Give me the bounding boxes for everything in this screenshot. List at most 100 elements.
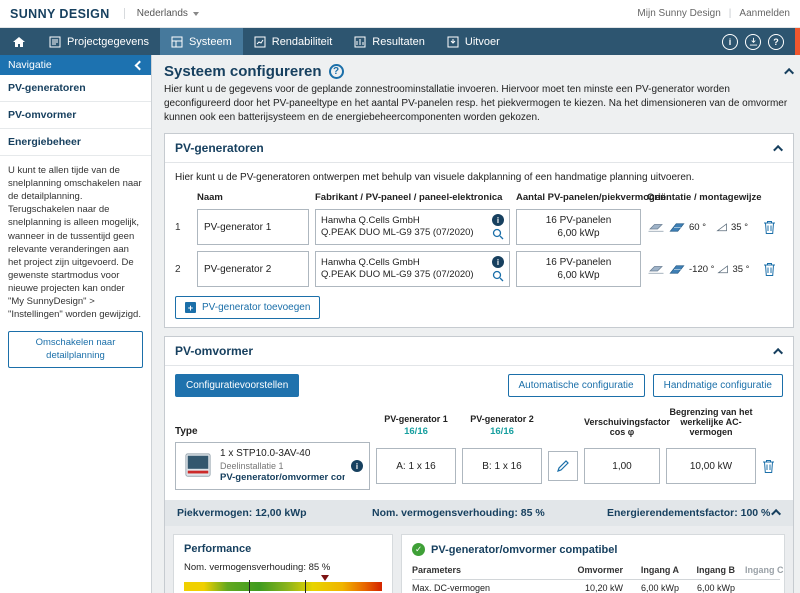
sidebar-item-pv-omvormer[interactable]: PV-omvormer	[0, 102, 151, 129]
header-aantal: Aantal PV-panelen/piekvermogen	[516, 192, 641, 203]
tilt-mount-icon[interactable]	[668, 262, 686, 277]
generator-name-input[interactable]	[197, 209, 309, 245]
plus-icon: +	[185, 302, 196, 313]
panel-power: 6,00 kWp	[557, 269, 599, 282]
tab-label: Resultaten	[372, 36, 425, 48]
azimuth-value[interactable]: -120 °	[689, 264, 714, 275]
compatibility-table: Parameters Omvormer Ingang A Ingang B In…	[412, 563, 780, 593]
pv-generators-body: Hier kunt u de PV-generatoren ontwerpen …	[165, 163, 793, 327]
app-window: SUNNY DESIGN Nederlands Mijn Sunny Desig…	[0, 0, 800, 593]
header-cos-phi: Verschuivingsfactor cos φ	[584, 417, 660, 437]
add-generator-button[interactable]: + PV-generator toevoegen	[175, 296, 320, 319]
azimuth-value[interactable]: 60 °	[689, 222, 713, 233]
tab-projectgegevens[interactable]: Projectgegevens	[38, 28, 160, 55]
login-link[interactable]: Aanmelden	[739, 8, 790, 19]
navigation-sidebar: Navigatie PV-generatoren PV-omvormer Ene…	[0, 55, 152, 593]
panel-info-icon[interactable]: i	[492, 214, 504, 226]
tab-rendabiliteit[interactable]: Rendabiliteit	[243, 28, 344, 55]
main-panel: Systeem configureren ? Hier kunt u de ge…	[152, 55, 800, 593]
pv-generators-title: PV-generatoren	[175, 141, 264, 155]
home-button[interactable]	[0, 28, 38, 55]
inverter-model: 1 x STP10.0-3AV-40	[220, 448, 345, 461]
generator-name-input[interactable]	[197, 251, 309, 287]
tab-systeem[interactable]: Systeem	[160, 28, 243, 55]
main-navbar: Projectgegevens Systeem Rendabiliteit Re…	[0, 28, 800, 55]
page-help-icon[interactable]: ?	[329, 64, 344, 79]
feedback-tab[interactable]	[795, 28, 800, 55]
page-intro: Hier kunt u de gegevens voor de geplande…	[164, 83, 794, 125]
delete-generator-icon[interactable]	[763, 220, 783, 235]
collapse-page-icon[interactable]	[784, 68, 794, 78]
panel-info-icon[interactable]: i	[492, 256, 504, 268]
tilt-angle-icon	[717, 263, 729, 275]
gen2-config-count[interactable]: 16/16	[462, 426, 542, 437]
tilt-value[interactable]: 35 °	[731, 222, 755, 233]
input-a-value: 6,00 kWp	[623, 580, 679, 593]
language-selector[interactable]: Nederlands	[124, 8, 199, 19]
header-naam: Naam	[197, 192, 309, 203]
edit-config-button[interactable]	[548, 451, 578, 481]
info-icon[interactable]: i	[722, 34, 738, 50]
param-name: Max. DC-vermogen	[412, 580, 567, 593]
tilt-value[interactable]: 35 °	[732, 264, 756, 275]
inverter-compat-status: PV-generator/omvormer compatibel	[220, 472, 345, 484]
collapse-inverter-icon[interactable]	[773, 347, 783, 357]
tab-label: Systeem	[189, 36, 232, 48]
panel-count: 16 PV-panelen	[546, 256, 612, 269]
panel-select-box[interactable]: Hanwha Q.Cells GmbH Q.PEAK DUO ML-G9 375…	[315, 209, 510, 245]
inverter-row: 1 x STP10.0-3AV-40 Deelinstallatie 1 PV-…	[175, 442, 783, 490]
manual-config-button[interactable]: Handmatige configuratie	[653, 374, 783, 397]
inverter-table-headers: Type PV-generator 1 16/16 PV-generator 2…	[175, 407, 783, 437]
input-b-box[interactable]: B: 1 x 16	[462, 448, 542, 484]
collapse-summary-icon[interactable]	[771, 509, 781, 519]
inverter-type-box[interactable]: 1 x STP10.0-3AV-40 Deelinstallatie 1 PV-…	[175, 442, 370, 490]
row-index: 2	[175, 264, 191, 275]
input-c-value	[735, 580, 780, 593]
tab-resultaten[interactable]: Resultaten	[343, 28, 436, 55]
flat-mount-icon[interactable]	[647, 262, 665, 277]
brand-logo: SUNNY DESIGN	[10, 7, 110, 21]
auto-config-button[interactable]: Automatische configuratie	[508, 374, 645, 397]
collapse-generators-icon[interactable]	[773, 144, 783, 154]
system-icon	[171, 36, 183, 48]
results-icon	[354, 36, 366, 48]
chevron-down-icon	[193, 12, 199, 16]
tilt-mount-icon[interactable]	[668, 220, 686, 235]
pv-inverter-card-header: PV-omvormer	[165, 337, 793, 366]
delete-inverter-icon[interactable]	[762, 459, 780, 474]
header-ingang-c: Ingang C	[735, 563, 780, 580]
pv-generators-card: PV-generatoren Hier kunt u de PV-generat…	[164, 133, 794, 328]
gen1-config-count[interactable]: 16/16	[376, 426, 456, 437]
download-icon[interactable]	[745, 34, 761, 50]
panel-count-box[interactable]: 16 PV-panelen 6,00 kWp	[516, 251, 641, 287]
panel-select-box[interactable]: Hanwha Q.Cells GmbH Q.PEAK DUO ML-G9 375…	[315, 251, 510, 287]
header-gen1: PV-generator 1 16/16	[376, 414, 456, 437]
inverter-info-icon[interactable]: i	[351, 460, 363, 472]
ac-limit-box[interactable]: 10,00 kW	[666, 448, 756, 484]
flat-mount-icon[interactable]	[647, 220, 665, 235]
sidebar-item-pv-generatoren[interactable]: PV-generatoren	[0, 75, 151, 102]
help-icon[interactable]: ?	[768, 34, 784, 50]
pv-inverter-title: PV-omvormer	[175, 344, 253, 358]
panel-count-box[interactable]: 16 PV-panelen 6,00 kWp	[516, 209, 641, 245]
tab-label: Projectgegevens	[67, 36, 149, 48]
input-a-box[interactable]: A: 1 x 16	[376, 448, 456, 484]
tab-uitvoer[interactable]: Uitvoer	[436, 28, 511, 55]
panel-search-icon[interactable]	[492, 270, 504, 282]
ratio-label: Nom. vermogensverhouding: 85 %	[184, 562, 382, 573]
pv-generators-card-header: PV-generatoren	[165, 134, 793, 163]
account-link[interactable]: Mijn Sunny Design	[637, 8, 720, 19]
collapse-sidebar-icon[interactable]	[135, 60, 145, 70]
download-arrow-icon	[749, 37, 758, 46]
switch-detail-planning-button[interactable]: Omschakelen naar detailplanning	[8, 331, 143, 368]
manufacturer-name: Hanwha Q.Cells GmbH	[321, 257, 487, 269]
sidebar-item-energiebeheer[interactable]: Energiebeheer	[0, 129, 151, 156]
cos-phi-box[interactable]: 1,00	[584, 448, 660, 484]
page-title-row: Systeem configureren ?	[164, 63, 794, 80]
delete-generator-icon[interactable]	[763, 262, 783, 277]
ratio-tick	[249, 580, 250, 593]
config-proposals-button[interactable]: Configuratievoorstellen	[175, 374, 299, 397]
inverter-value: 10,20 kW	[567, 580, 623, 593]
tab-label: Uitvoer	[465, 36, 500, 48]
panel-search-icon[interactable]	[492, 228, 504, 240]
